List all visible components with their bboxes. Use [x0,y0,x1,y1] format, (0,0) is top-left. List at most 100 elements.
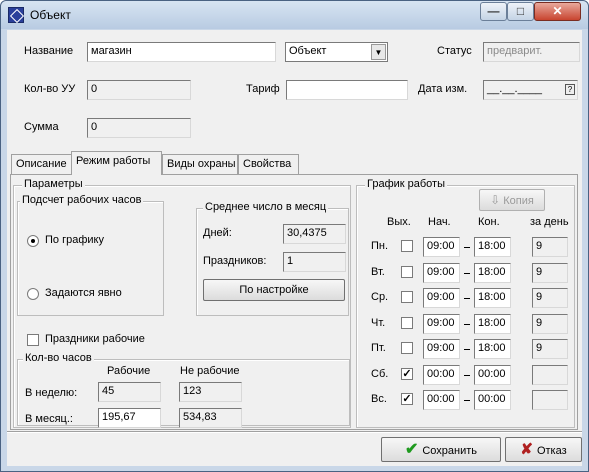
month-work-input[interactable]: 195,67 [98,408,161,428]
day-label: Чт. [371,316,386,329]
dialog-client: Название магазин Объект ▼ Статус предвар… [7,30,582,466]
day-hours-field: 9 [532,339,568,359]
week-nonwork-field: 123 [179,382,242,402]
end-time-input[interactable]: 00:00 [474,364,511,385]
tariff-input[interactable] [286,80,408,100]
day-label: Пн. [371,240,389,252]
holidays-working-checkbox[interactable] [27,334,39,346]
settings-button[interactable]: По настройке [203,279,345,301]
date-value: __.__.____ [487,83,543,95]
end-time-input[interactable]: 00:00 [474,390,511,410]
day-off-checkbox[interactable] [401,342,413,354]
start-time-input[interactable]: 09:00 [423,313,460,334]
range-dash [464,374,470,376]
day-label: Сб. [371,367,389,380]
cancel-button[interactable]: ✘ Отказ [505,437,582,462]
schedule-title: График работы [365,178,447,190]
days-field: 30,4375 [283,224,346,244]
chevron-down-icon[interactable]: ▼ [371,44,386,60]
status-label: Статус [437,45,472,57]
cross-icon: ✘ [520,441,533,458]
range-dash [464,298,470,299]
range-dash [464,272,470,274]
work-mode-page: Параметры Подсчет рабочих часов По графи… [10,174,578,430]
day-off-checkbox[interactable] [401,291,413,303]
date-picker-button[interactable]: ? [565,84,575,95]
start-time-input[interactable]: 09:00 [423,237,460,257]
type-dropdown[interactable]: Объект ▼ [285,42,388,62]
end-time-input[interactable]: 18:00 [474,237,511,257]
col-work-label: Рабочие [107,365,151,377]
close-button[interactable]: ✕ [534,2,581,21]
hours-title: Кол-во часов [23,352,94,364]
tab-properties[interactable]: Свойства [238,154,299,174]
save-button[interactable]: ✔ Сохранить [381,437,501,462]
name-input[interactable]: магазин [87,42,276,62]
start-time-input[interactable]: 00:00 [423,364,460,385]
range-dash [464,247,470,248]
day-hours-field: 9 [532,313,568,334]
day-hours-field [532,390,568,410]
footer-divider [7,431,582,433]
col-off-label: Вых. [387,216,411,228]
maximize-button[interactable]: □ [507,2,534,21]
start-time-input[interactable]: 09:00 [423,339,460,359]
params-title: Параметры [22,178,85,190]
day-hours-field: 9 [532,288,568,308]
range-dash [464,349,470,350]
sum-field: 0 [87,118,191,138]
start-time-input[interactable]: 09:00 [423,262,460,283]
day-label: Вс. [371,393,387,405]
window: Объект — □ ✕ Название магазин Объект ▼ С… [0,0,589,472]
count-label: Кол-во УУ [24,83,76,95]
start-time-input[interactable]: 09:00 [423,288,460,308]
radio-explicit[interactable] [27,288,39,300]
day-off-checkbox[interactable] [401,265,413,278]
day-off-checkbox[interactable] [401,240,413,252]
calc-title: Подсчет рабочих часов [20,194,144,206]
day-hours-field [532,364,568,385]
count-field: 0 [87,80,191,100]
schedule-group: График работы ⇩ Копия Вых. Нач. Кон. за … [356,178,575,428]
month-nonwork-field: 534,83 [179,408,242,428]
day-off-checkbox[interactable]: ✓ [401,367,413,380]
radio-by-schedule[interactable] [27,235,39,247]
save-button-label: Сохранить [422,445,478,457]
end-time-input[interactable]: 18:00 [474,288,511,308]
day-label: Ср. [371,291,389,303]
tab-work-mode[interactable]: Режим работы [71,151,162,175]
day-hours-field: 9 [532,262,568,283]
hours-group: Кол-во часов Рабочие Не рабочие В неделю… [17,352,350,428]
avg-title: Среднее число в месяц [203,201,329,213]
holidays-working-label: Праздники рабочие [45,333,145,345]
col-day-label: за день [530,216,569,228]
col-nonwork-label: Не рабочие [180,365,240,377]
col-end-label: Кон. [478,216,500,228]
radio-explicit-label: Задаются явно [45,287,122,299]
checkmark-icon: ✔ [404,441,419,458]
date-field[interactable]: __.__.____ ? [483,80,578,100]
end-time-input[interactable]: 18:00 [474,262,511,283]
day-label: Пт. [371,342,386,354]
avg-group: Среднее число в месяц Дней: 30,4375 Праз… [196,201,349,316]
window-title: Объект [30,8,71,22]
end-time-input[interactable]: 18:00 [474,339,511,359]
type-dropdown-value: Объект [289,45,327,57]
day-off-checkbox[interactable]: ✓ [401,393,413,405]
week-label: В неделю: [25,387,78,399]
tab-security-types[interactable]: Виды охраны [162,154,238,174]
start-time-input[interactable]: 00:00 [423,390,460,410]
sum-label: Сумма [24,121,59,133]
copy-button[interactable]: ⇩ Копия [479,189,545,211]
copy-button-label: Копия [503,195,534,207]
tab-description[interactable]: Описание [11,154,72,174]
holidays-field: 1 [283,252,346,272]
calc-group: Подсчет рабочих часов По графику Задаютс… [17,194,164,316]
end-time-input[interactable]: 18:00 [474,313,511,334]
status-field: предварит. [483,42,580,62]
name-label: Название [24,45,74,57]
day-off-checkbox[interactable] [401,316,413,329]
title-bar[interactable]: Объект — □ ✕ [1,1,588,29]
minimize-button[interactable]: — [480,2,507,21]
tariff-label: Тариф [246,83,280,95]
